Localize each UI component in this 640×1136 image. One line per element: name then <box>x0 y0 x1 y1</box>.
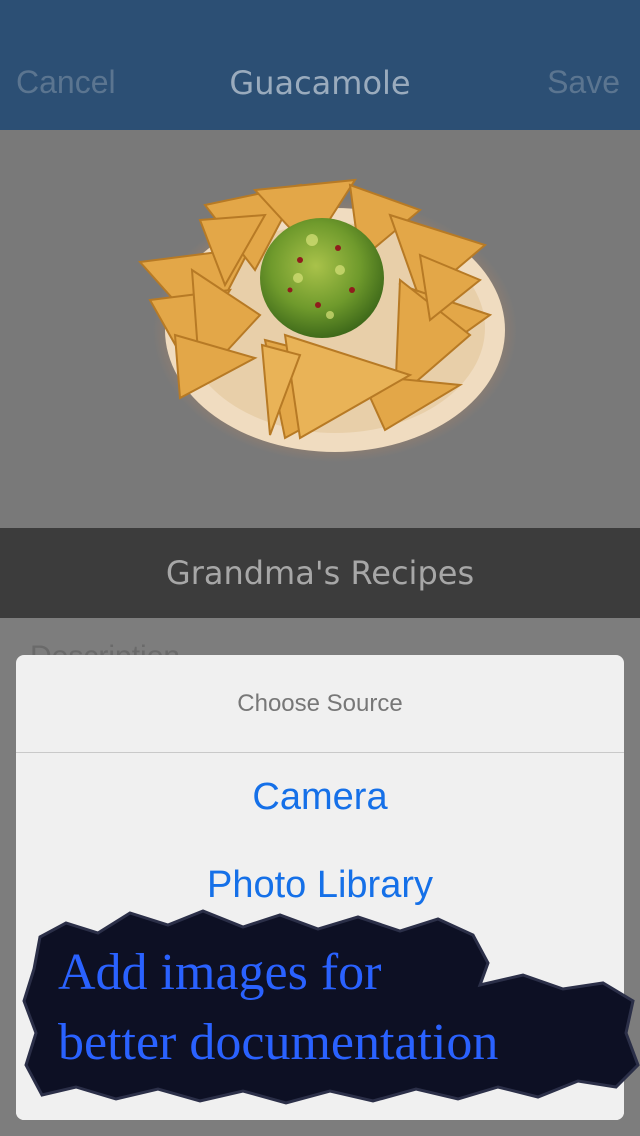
promo-line-1: Add images for <box>58 944 382 1001</box>
promo-line-2: better documentation <box>58 1014 499 1071</box>
recipe-book-label: Grandma's Recipes <box>165 554 475 592</box>
torn-paper-background <box>22 909 640 1105</box>
recipe-book-bar[interactable]: Grandma's Recipes <box>0 528 640 618</box>
recipe-photo-area[interactable] <box>0 130 640 528</box>
action-sheet-title: Choose Source <box>16 655 624 753</box>
navigation-bar: Cancel Guacamole Save <box>0 0 640 130</box>
camera-option[interactable]: Camera <box>16 753 624 842</box>
recipe-photo <box>137 178 517 462</box>
save-button[interactable]: Save <box>547 64 620 101</box>
page-title: Guacamole <box>229 64 411 102</box>
promo-banner: Add images for better documentation <box>18 905 640 1105</box>
